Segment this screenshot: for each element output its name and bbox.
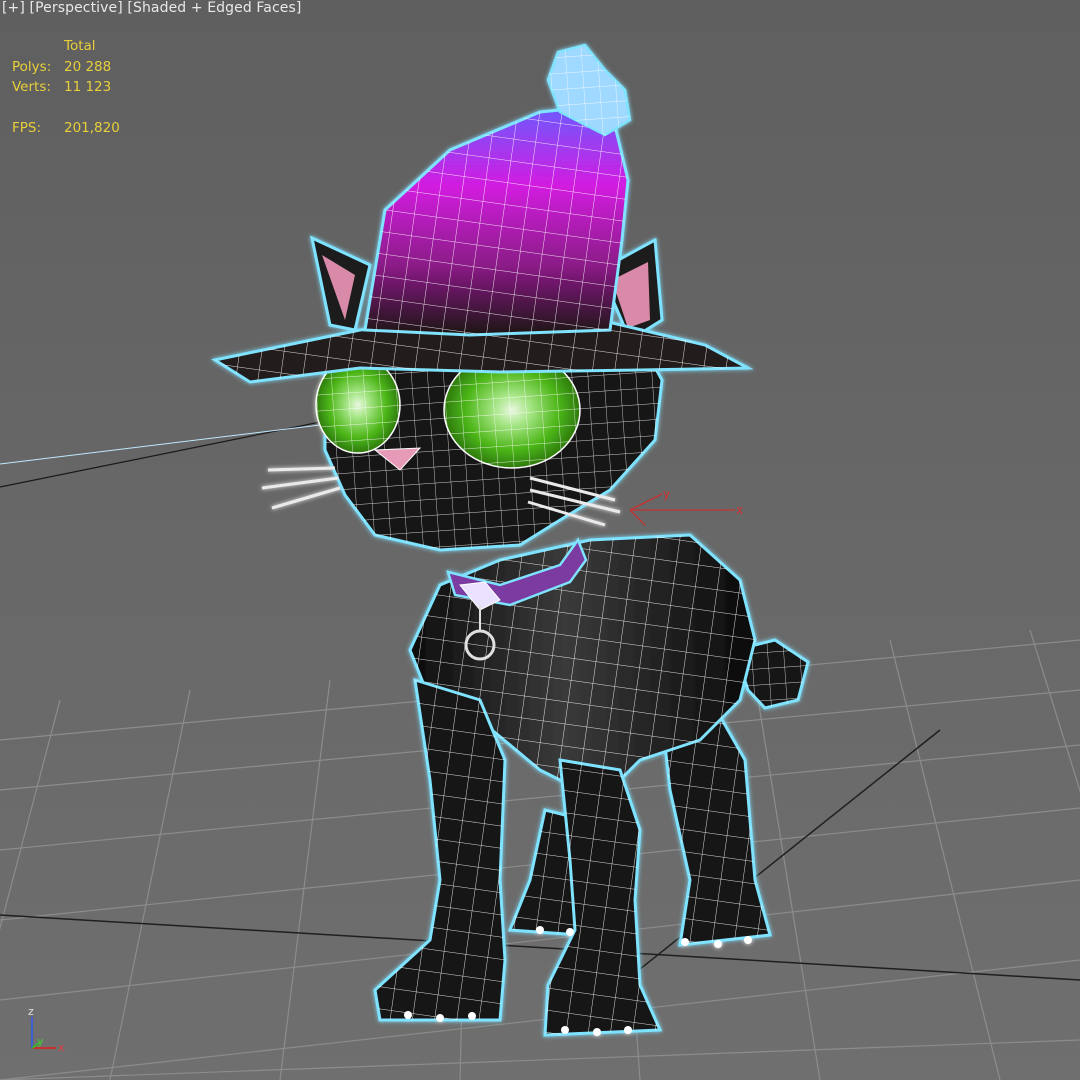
fps-label: FPS: bbox=[12, 120, 42, 136]
axis-y-label: y bbox=[37, 1035, 44, 1048]
verts-label: Verts: bbox=[12, 79, 51, 95]
viewport-label: [+] [Perspective] [Shaded + Edged Faces] bbox=[2, 0, 301, 16]
polys-value: 20 288 bbox=[64, 58, 112, 75]
viewport-view-menu[interactable]: [Perspective] bbox=[30, 0, 123, 16]
axis-x-label: x bbox=[58, 1041, 65, 1054]
viewport-menu-plus[interactable]: [+] bbox=[2, 0, 25, 16]
viewport-shading-menu[interactable]: [Shaded + Edged Faces] bbox=[127, 0, 301, 16]
verts-value: 11 123 bbox=[64, 79, 112, 95]
stats-header: Total bbox=[64, 38, 96, 54]
transform-gizmo[interactable]: x y bbox=[610, 480, 750, 530]
cat-hat[interactable] bbox=[211, 43, 754, 384]
axis-z-label: z bbox=[28, 1005, 34, 1018]
gizmo-x-label: x bbox=[736, 503, 743, 517]
scene-canvas[interactable] bbox=[0, 0, 1080, 1080]
fps-value: 201,820 bbox=[64, 120, 120, 136]
polys-label: Polys: bbox=[12, 58, 52, 75]
gizmo-y-label: y bbox=[663, 487, 670, 501]
axis-tripod: z x y bbox=[28, 1005, 65, 1054]
perspective-viewport[interactable]: x y [+] [Perspective] [Shaded + Edged Fa… bbox=[0, 0, 1080, 1080]
